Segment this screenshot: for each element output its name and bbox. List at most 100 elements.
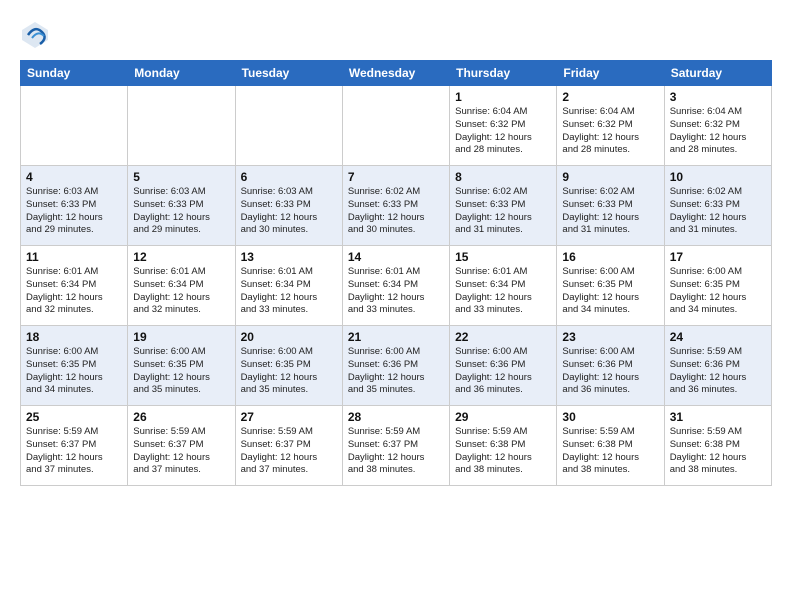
calendar-week-row: 18 Sunrise: 6:00 AM Sunset: 6:35 PM Dayli… — [21, 326, 772, 406]
page-header — [20, 20, 772, 50]
weekday-header-sunday: Sunday — [21, 61, 128, 86]
day-number: 22 — [455, 330, 551, 344]
calendar-cell — [128, 86, 235, 166]
day-number: 31 — [670, 410, 766, 424]
calendar-cell — [21, 86, 128, 166]
calendar-cell: 11 Sunrise: 6:01 AM Sunset: 6:34 PM Dayli… — [21, 246, 128, 326]
day-info: Sunrise: 6:03 AM Sunset: 6:33 PM Dayligh… — [241, 186, 337, 237]
day-number: 28 — [348, 410, 444, 424]
day-info: Sunrise: 6:01 AM Sunset: 6:34 PM Dayligh… — [348, 266, 444, 317]
day-number: 19 — [133, 330, 229, 344]
calendar-table: SundayMondayTuesdayWednesdayThursdayFrid… — [20, 60, 772, 486]
day-info: Sunrise: 6:00 AM Sunset: 6:36 PM Dayligh… — [562, 346, 658, 397]
calendar-cell: 3 Sunrise: 6:04 AM Sunset: 6:32 PM Daylig… — [664, 86, 771, 166]
day-number: 10 — [670, 170, 766, 184]
day-number: 11 — [26, 250, 122, 264]
day-number: 18 — [26, 330, 122, 344]
calendar-cell: 25Sunrise: 5:59 AM Sunset: 6:37 PM Dayli… — [21, 406, 128, 486]
calendar-cell: 30Sunrise: 5:59 AM Sunset: 6:38 PM Dayli… — [557, 406, 664, 486]
day-info: Sunrise: 6:04 AM Sunset: 6:32 PM Dayligh… — [455, 106, 551, 157]
calendar-cell: 26 Sunrise: 5:59 AM Sunset: 6:37 PM Dayli… — [128, 406, 235, 486]
calendar-cell: 7Sunrise: 6:02 AM Sunset: 6:33 PM Daylig… — [342, 166, 449, 246]
day-info: Sunrise: 6:01 AM Sunset: 6:34 PM Dayligh… — [133, 266, 229, 317]
day-info: Sunrise: 5:59 AM Sunset: 6:37 PM Dayligh… — [348, 426, 444, 477]
calendar-week-row: 4 Sunrise: 6:03 AM Sunset: 6:33 PM Daylig… — [21, 166, 772, 246]
calendar-cell: 19 Sunrise: 6:00 AM Sunset: 6:35 PM Dayli… — [128, 326, 235, 406]
day-info: Sunrise: 6:00 AM Sunset: 6:35 PM Dayligh… — [241, 346, 337, 397]
calendar-cell: 22Sunrise: 6:00 AM Sunset: 6:36 PM Dayli… — [450, 326, 557, 406]
day-number: 30 — [562, 410, 658, 424]
day-number: 5 — [133, 170, 229, 184]
calendar-cell: 28 Sunrise: 5:59 AM Sunset: 6:37 PM Dayli… — [342, 406, 449, 486]
day-number: 1 — [455, 90, 551, 104]
calendar-cell: 29 Sunrise: 5:59 AM Sunset: 6:38 PM Dayli… — [450, 406, 557, 486]
day-info: Sunrise: 6:02 AM Sunset: 6:33 PM Dayligh… — [455, 186, 551, 237]
calendar-cell: 27 Sunrise: 5:59 AM Sunset: 6:37 PM Dayli… — [235, 406, 342, 486]
calendar-cell: 17Sunrise: 6:00 AM Sunset: 6:35 PM Dayli… — [664, 246, 771, 326]
day-number: 26 — [133, 410, 229, 424]
day-number: 21 — [348, 330, 444, 344]
day-info: Sunrise: 5:59 AM Sunset: 6:38 PM Dayligh… — [455, 426, 551, 477]
calendar-cell: 8 Sunrise: 6:02 AM Sunset: 6:33 PM Daylig… — [450, 166, 557, 246]
calendar-cell: 10 Sunrise: 6:02 AM Sunset: 6:33 PM Dayli… — [664, 166, 771, 246]
calendar-cell — [342, 86, 449, 166]
day-info: Sunrise: 5:59 AM Sunset: 6:37 PM Dayligh… — [133, 426, 229, 477]
calendar-cell: 20 Sunrise: 6:00 AM Sunset: 6:35 PM Dayli… — [235, 326, 342, 406]
day-info: Sunrise: 5:59 AM Sunset: 6:37 PM Dayligh… — [241, 426, 337, 477]
weekday-header-wednesday: Wednesday — [342, 61, 449, 86]
day-number: 8 — [455, 170, 551, 184]
calendar-cell: 9Sunrise: 6:02 AM Sunset: 6:33 PM Daylig… — [557, 166, 664, 246]
logo-icon — [20, 20, 50, 50]
calendar-cell: 16 Sunrise: 6:00 AM Sunset: 6:35 PM Dayli… — [557, 246, 664, 326]
day-number: 3 — [670, 90, 766, 104]
weekday-header-tuesday: Tuesday — [235, 61, 342, 86]
day-info: Sunrise: 6:04 AM Sunset: 6:32 PM Dayligh… — [670, 106, 766, 157]
day-info: Sunrise: 6:01 AM Sunset: 6:34 PM Dayligh… — [241, 266, 337, 317]
day-number: 12 — [133, 250, 229, 264]
day-info: Sunrise: 6:00 AM Sunset: 6:35 PM Dayligh… — [562, 266, 658, 317]
calendar-cell: 6 Sunrise: 6:03 AM Sunset: 6:33 PM Daylig… — [235, 166, 342, 246]
calendar-cell: 18 Sunrise: 6:00 AM Sunset: 6:35 PM Dayli… — [21, 326, 128, 406]
calendar-cell: 4 Sunrise: 6:03 AM Sunset: 6:33 PM Daylig… — [21, 166, 128, 246]
day-number: 29 — [455, 410, 551, 424]
day-number: 27 — [241, 410, 337, 424]
calendar-cell: 24 Sunrise: 5:59 AM Sunset: 6:36 PM Dayli… — [664, 326, 771, 406]
day-info: Sunrise: 6:01 AM Sunset: 6:34 PM Dayligh… — [26, 266, 122, 317]
day-info: Sunrise: 6:02 AM Sunset: 6:33 PM Dayligh… — [562, 186, 658, 237]
day-info: Sunrise: 6:04 AM Sunset: 6:32 PM Dayligh… — [562, 106, 658, 157]
calendar-cell — [235, 86, 342, 166]
weekday-header-row: SundayMondayTuesdayWednesdayThursdayFrid… — [21, 61, 772, 86]
day-info: Sunrise: 6:00 AM Sunset: 6:35 PM Dayligh… — [26, 346, 122, 397]
day-number: 25 — [26, 410, 122, 424]
day-info: Sunrise: 6:00 AM Sunset: 6:35 PM Dayligh… — [133, 346, 229, 397]
weekday-header-thursday: Thursday — [450, 61, 557, 86]
day-info: Sunrise: 6:02 AM Sunset: 6:33 PM Dayligh… — [670, 186, 766, 237]
day-number: 13 — [241, 250, 337, 264]
day-info: Sunrise: 6:00 AM Sunset: 6:36 PM Dayligh… — [348, 346, 444, 397]
day-number: 14 — [348, 250, 444, 264]
day-info: Sunrise: 6:03 AM Sunset: 6:33 PM Dayligh… — [26, 186, 122, 237]
calendar-cell: 15 Sunrise: 6:01 AM Sunset: 6:34 PM Dayli… — [450, 246, 557, 326]
weekday-header-friday: Friday — [557, 61, 664, 86]
day-number: 15 — [455, 250, 551, 264]
calendar-cell: 5 Sunrise: 6:03 AM Sunset: 6:33 PM Daylig… — [128, 166, 235, 246]
day-info: Sunrise: 5:59 AM Sunset: 6:36 PM Dayligh… — [670, 346, 766, 397]
calendar-week-row: 1 Sunrise: 6:04 AM Sunset: 6:32 PM Daylig… — [21, 86, 772, 166]
day-number: 6 — [241, 170, 337, 184]
logo — [20, 20, 54, 50]
day-number: 24 — [670, 330, 766, 344]
calendar-cell: 12 Sunrise: 6:01 AM Sunset: 6:34 PM Dayli… — [128, 246, 235, 326]
calendar-cell: 21 Sunrise: 6:00 AM Sunset: 6:36 PM Dayli… — [342, 326, 449, 406]
day-number: 16 — [562, 250, 658, 264]
day-number: 7 — [348, 170, 444, 184]
day-info: Sunrise: 6:00 AM Sunset: 6:35 PM Dayligh… — [670, 266, 766, 317]
day-info: Sunrise: 6:01 AM Sunset: 6:34 PM Dayligh… — [455, 266, 551, 317]
day-info: Sunrise: 6:03 AM Sunset: 6:33 PM Dayligh… — [133, 186, 229, 237]
calendar-cell: 1 Sunrise: 6:04 AM Sunset: 6:32 PM Daylig… — [450, 86, 557, 166]
day-number: 4 — [26, 170, 122, 184]
calendar-cell: 23Sunrise: 6:00 AM Sunset: 6:36 PM Dayli… — [557, 326, 664, 406]
calendar-cell: 2Sunrise: 6:04 AM Sunset: 6:32 PM Daylig… — [557, 86, 664, 166]
weekday-header-monday: Monday — [128, 61, 235, 86]
day-number: 20 — [241, 330, 337, 344]
calendar-cell: 13 Sunrise: 6:01 AM Sunset: 6:34 PM Dayli… — [235, 246, 342, 326]
